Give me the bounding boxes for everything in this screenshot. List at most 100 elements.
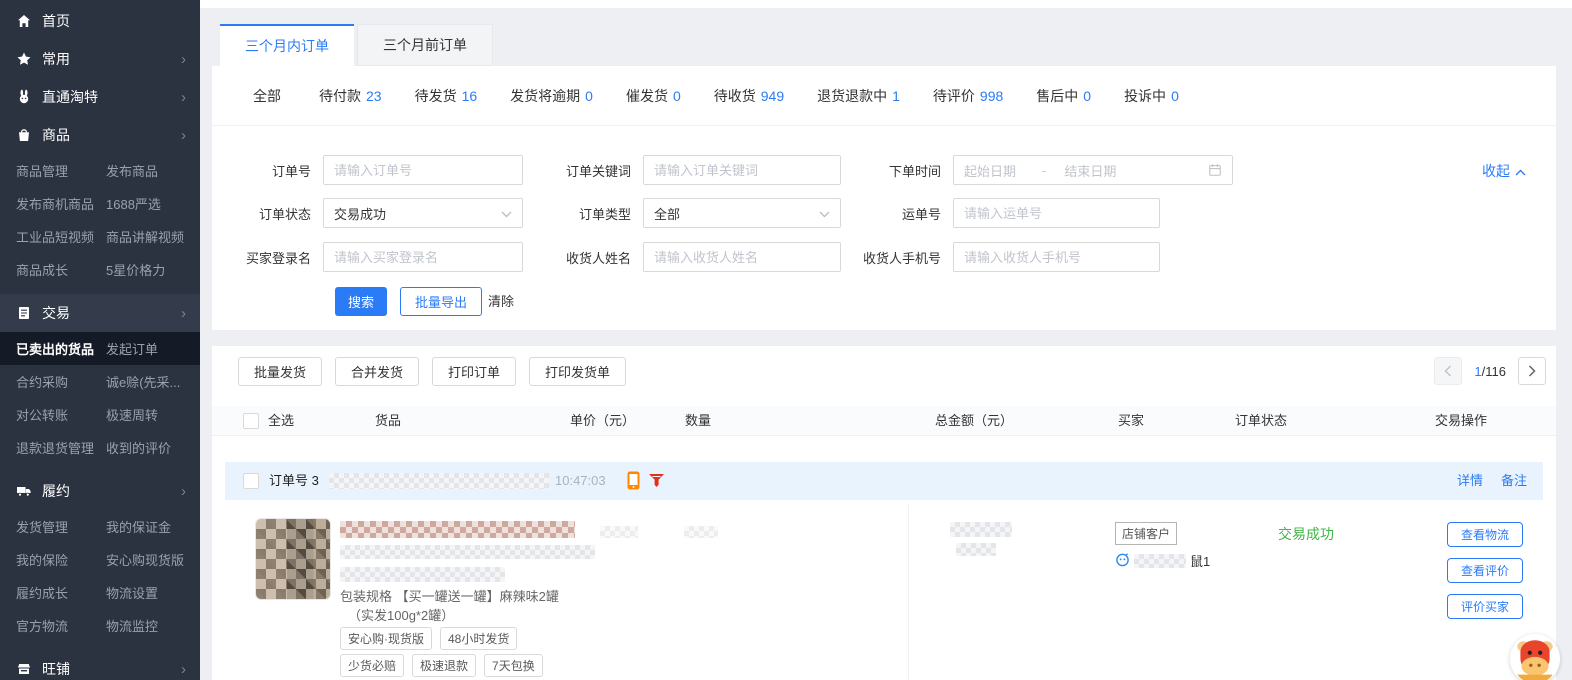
status-tab-after-sale[interactable]: 售后中0 [1036,86,1091,106]
quantity-mosaic [684,526,718,538]
batch-ship-button[interactable]: 批量发货 [238,357,322,386]
tab-orders-within-3-months[interactable]: 三个月内订单 [220,24,354,66]
status-tab-pending-review[interactable]: 待评价998 [933,86,1003,106]
service-tag: 48小时发货 [440,627,517,650]
receiver-name-input[interactable] [643,242,841,272]
top-strip [200,0,1572,8]
sidebar-item-label: 履约 [42,481,70,501]
sidebar-sublink[interactable]: 履约成长 [16,583,106,602]
clear-button[interactable]: 清除 [488,287,514,316]
sidebar-item-fulfillment[interactable]: 履约 › [0,472,200,510]
buyer-line: 鼠1 [1115,551,1210,570]
merge-ship-button[interactable]: 合并发货 [335,357,419,386]
sidebar-sublink[interactable]: 极速周转 [106,405,158,424]
sidebar-sublink[interactable]: 发起订单 [106,339,158,358]
sidebar-sublink[interactable]: 收到的评价 [106,438,171,457]
status-tab-all[interactable]: 全部 [253,86,286,106]
sidebar-sublink[interactable]: 发布商机商品 [16,194,106,213]
status-tab-shipment-overdue[interactable]: 发货将逾期0 [510,86,593,106]
sidebar-sublink[interactable]: 物流设置 [106,583,158,602]
truck-icon [16,483,32,499]
order-no-input[interactable] [323,155,523,185]
field-label: 运单号 [843,204,953,223]
tab-orders-before-3-months[interactable]: 三个月前订单 [357,24,493,66]
filter-order-type: 订单类型 全部 [533,198,841,228]
sidebar-sublink[interactable]: 合约采购 [16,372,106,391]
qianniu-icon[interactable] [648,473,665,491]
select-all-checkbox[interactable] [243,413,259,429]
sidebar-item-label: 直通淘特 [42,87,98,107]
sidebar-sublink[interactable]: 诚e赊(先采... [106,372,180,391]
order-number: 订单号 3 [269,462,319,500]
sidebar-item-home[interactable]: 首页 [0,2,200,40]
buyer-login-input[interactable] [323,242,523,272]
status-tab-refunding[interactable]: 退货退款中1 [817,86,900,106]
order-type-select[interactable]: 全部 [643,198,841,228]
order-status-select[interactable]: 交易成功 [323,198,523,228]
order-note-link[interactable]: 备注 [1501,462,1527,500]
sidebar-sublink[interactable]: 物流监控 [106,616,158,635]
status-tab-pending-payment[interactable]: 待付款23 [319,86,382,106]
sidebar-item-shop[interactable]: 旺铺 › [0,650,200,680]
pagination: 1/116 [1434,357,1546,385]
sidebar-sublink[interactable]: 商品成长 [16,260,106,279]
sidebar-item-label: 商品 [42,125,70,145]
sidebar-item-favorites[interactable]: 常用 › [0,40,200,78]
view-logistics-button[interactable]: 查看物流 [1447,522,1523,547]
sidebar-sublink[interactable]: 工业品短视频 [16,227,106,246]
sidebar-sublink[interactable]: 发布商品 [106,161,158,180]
sidebar-sublink[interactable]: 我的保险 [16,550,106,569]
sidebar-sublink[interactable]: 退款退货管理 [16,438,106,457]
wangwang-icon[interactable] [1115,552,1130,570]
sidebar-item-goods[interactable]: 商品 › [0,116,200,154]
sidebar-item-taote[interactable]: 直通淘特 › [0,78,200,116]
status-tab-pending-receipt[interactable]: 待收货949 [714,86,784,106]
print-order-button[interactable]: 打印订单 [432,357,516,386]
sidebar-sublink[interactable]: 1688严选 [106,194,161,213]
rate-buyer-button[interactable]: 评价买家 [1447,594,1523,619]
batch-export-button[interactable]: 批量导出 [400,287,482,316]
sidebar-subrow: 退款退货管理 收到的评价 [0,431,200,464]
waybill-input[interactable] [953,198,1160,228]
sidebar-sublink[interactable]: 发货管理 [16,517,106,536]
order-time-range[interactable]: 起始日期 - 结束日期 [953,155,1233,185]
package-spec-line2: （实发100g*2罐） [348,605,454,624]
sidebar-sublink[interactable]: 官方物流 [16,616,106,635]
next-page-button[interactable] [1518,357,1546,385]
home-icon [16,13,32,29]
sidebar-sublink[interactable]: 商品管理 [16,161,106,180]
field-label: 收货人姓名 [533,248,643,267]
receiver-phone-input[interactable] [953,242,1160,272]
search-button[interactable]: 搜索 [335,287,387,316]
view-review-button[interactable]: 查看评价 [1447,558,1523,583]
chevron-down-icon [501,206,512,221]
sidebar-sublink[interactable]: 对公转账 [16,405,106,424]
shop-icon [16,661,32,677]
status-tab-urge-shipment[interactable]: 催发货0 [626,86,681,106]
sidebar-item-trade[interactable]: 交易 › [0,294,200,332]
prev-page-button[interactable] [1434,357,1462,385]
collapse-filters-link[interactable]: 收起 [1482,161,1526,181]
page-indicator: 1/116 [1474,364,1506,379]
total-amount-mosaic [956,543,996,556]
order-checkbox[interactable] [243,473,259,489]
print-shipping-button[interactable]: 打印发货单 [529,357,626,386]
column-goods: 货品 [375,406,401,436]
sidebar-sublink[interactable]: 商品讲解视频 [106,227,184,246]
status-tab-pending-shipment[interactable]: 待发货16 [415,86,478,106]
product-image[interactable] [255,518,331,600]
sidebar-subrow: 对公转账 极速周转 [0,398,200,431]
column-trade-actions: 交易操作 [1435,406,1487,436]
sidebar-sublink[interactable]: 5星价格力 [106,260,165,279]
sidebar-sublink[interactable]: 安心购现货版 [106,550,184,569]
order-time: 10:47:03 [555,462,606,500]
column-order-status: 订单状态 [1235,406,1287,436]
sidebar-sublink[interactable]: 我的保证金 [106,517,171,536]
order-keyword-input[interactable] [643,155,841,185]
status-tab-complaint[interactable]: 投诉中0 [1124,86,1179,106]
sidebar-sublink-active[interactable]: 已卖出的货品 [16,339,106,358]
filter-buyer-login: 买家登录名 [213,242,523,272]
order-detail-link[interactable]: 详情 [1457,462,1483,500]
qianniu-mascot[interactable] [1510,634,1560,680]
buyer-name-suffix[interactable]: 鼠1 [1190,551,1210,570]
